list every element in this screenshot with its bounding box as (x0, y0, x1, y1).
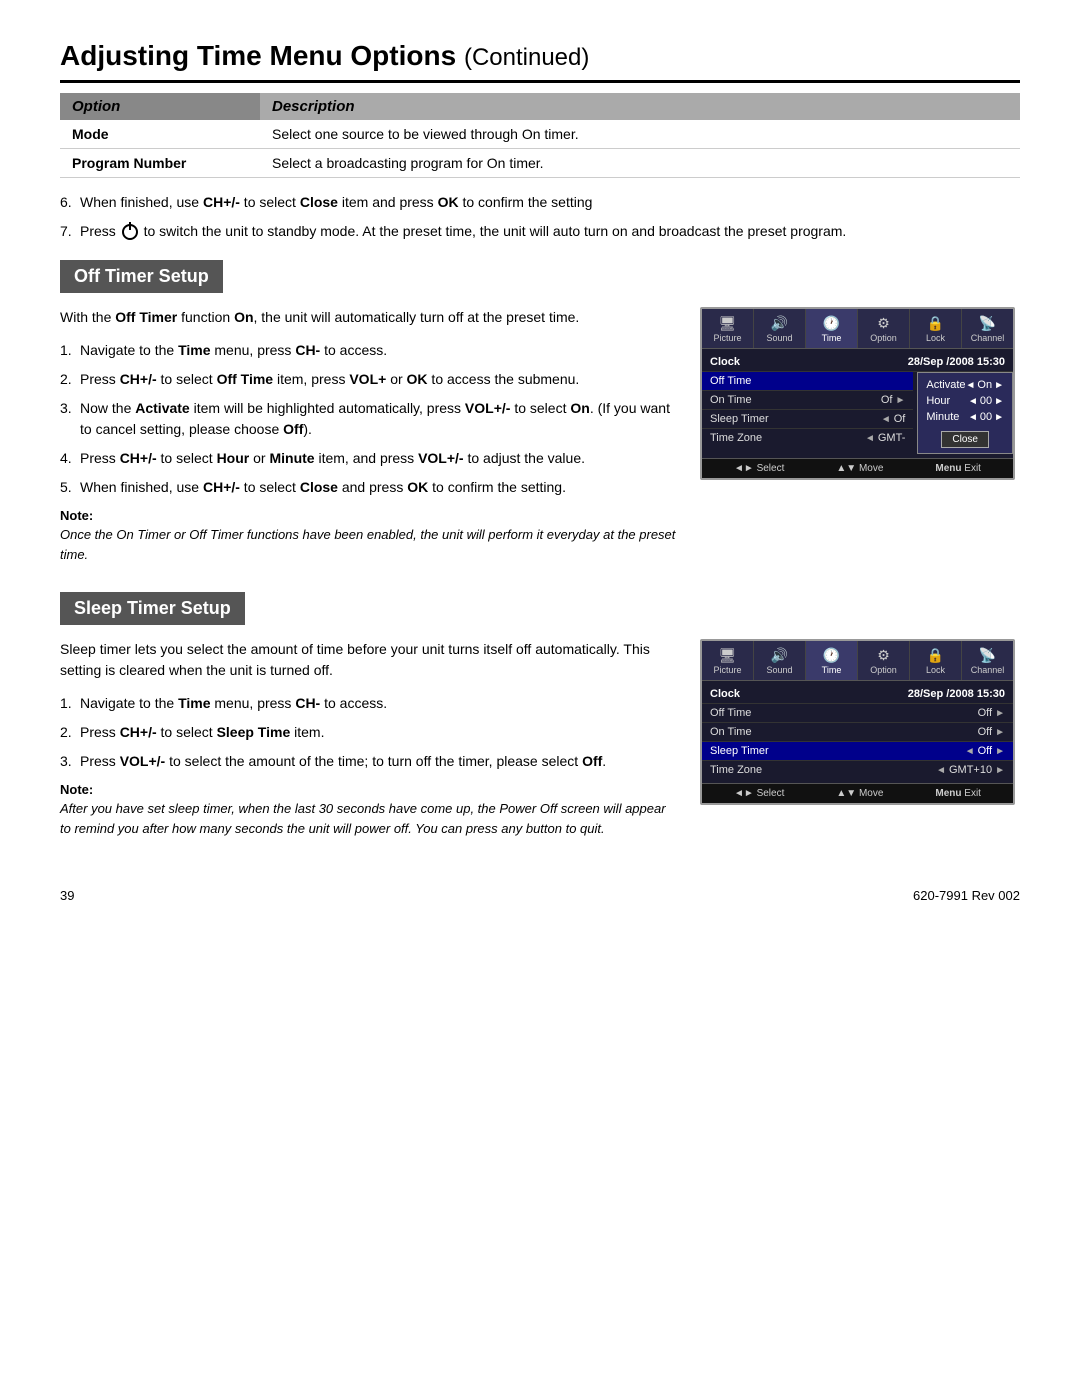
sleep-timer-step-item: 3. Press VOL+/- to select the amount of … (60, 751, 676, 772)
option-description-table: Option Description ModeSelect one source… (60, 93, 1020, 178)
tv-icon-picture: 🖥Picture (702, 309, 754, 348)
tv-menu-row: Off Time Off ► (702, 704, 1013, 723)
sleep-timer-text-col: Sleep timer lets you select the amount o… (60, 639, 676, 848)
sleep-timer-tv-menu: 🖥Picture🔊Sound🕐Time⚙Option🔒Lock📡Channel C… (700, 639, 1015, 805)
intro-step-item: 6. When finished, use CH+/- to select Cl… (60, 192, 1020, 213)
tv-icon-channel: 📡Channel (962, 641, 1013, 680)
tv-icon-time: 🕐Time (806, 309, 858, 348)
doc-ref: 620-7991 Rev 002 (913, 888, 1020, 903)
tv-menu-row: Time Zone◄ GMT+10 ► (702, 761, 1013, 779)
tv-menu-footer: ◄► Select▲▼ MoveMenu Exit (702, 783, 1013, 803)
off-timer-step-item: 3. Now the Activate item will be highlig… (60, 398, 676, 440)
off-timer-step-item: 1. Navigate to the Time menu, press CH- … (60, 340, 676, 361)
off-timer-note: Note: Once the On Timer or Off Timer fun… (60, 508, 676, 564)
tv-menu-icons-row: 🖥Picture🔊Sound🕐Time⚙Option🔒Lock📡Channel (702, 641, 1013, 681)
tv-clock-row: Clock28/Sep /2008 15:30 (702, 685, 1013, 704)
tv-menu-row: On Time Off ► (702, 723, 1013, 742)
intro-steps: 6. When finished, use CH+/- to select Cl… (60, 192, 1020, 242)
option-table-row: ModeSelect one source to be viewed throu… (60, 120, 1020, 149)
off-timer-step-item: 5. When finished, use CH+/- to select Cl… (60, 477, 676, 498)
sleep-timer-header: Sleep Timer Setup (60, 592, 245, 625)
tv-submenu-panel: Activate◄On►Hour◄00►Minute◄00►Close (917, 372, 1013, 454)
tv-icon-time: 🕐Time (806, 641, 858, 680)
tv-menu-row: Sleep Timer◄Of (702, 410, 913, 429)
col-description-header: Description (260, 93, 1020, 120)
page-number: 39 (60, 888, 74, 903)
intro-step-item: 7. Press to switch the unit to standby m… (60, 221, 1020, 242)
off-timer-section: Off Timer Setup With the Off Timer funct… (60, 260, 1020, 574)
sleep-timer-note: Note: After you have set sleep timer, wh… (60, 782, 676, 838)
page-footer: 39 620-7991 Rev 002 (60, 888, 1020, 903)
tv-menu-footer: ◄► Select▲▼ MoveMenu Exit (702, 458, 1013, 478)
sleep-timer-step-item: 2. Press CH+/- to select Sleep Time item… (60, 722, 676, 743)
tv-icon-picture: 🖥Picture (702, 641, 754, 680)
off-timer-text-col: With the Off Timer function On, the unit… (60, 307, 676, 574)
tv-menu-row: Time Zone◄GMT- (702, 429, 913, 447)
off-timer-step-item: 4. Press CH+/- to select Hour or Minute … (60, 448, 676, 469)
tv-icon-option: ⚙Option (858, 309, 910, 348)
tv-icon-option: ⚙Option (858, 641, 910, 680)
option-table-row: Program NumberSelect a broadcasting prog… (60, 149, 1020, 178)
off-timer-intro: With the Off Timer function On, the unit… (60, 307, 676, 328)
tv-icon-channel: 📡Channel (962, 309, 1013, 348)
off-timer-header: Off Timer Setup (60, 260, 223, 293)
off-timer-tv-menu: 🖥Picture🔊Sound🕐Time⚙Option🔒Lock📡Channel C… (700, 307, 1015, 480)
off-timer-step-item: 2. Press CH+/- to select Off Time item, … (60, 369, 676, 390)
sleep-timer-menu-col: 🖥Picture🔊Sound🕐Time⚙Option🔒Lock📡Channel C… (700, 639, 1020, 848)
off-timer-menu-col: 🖥Picture🔊Sound🕐Time⚙Option🔒Lock📡Channel C… (700, 307, 1020, 574)
tv-icon-sound: 🔊Sound (754, 641, 806, 680)
sleep-timer-section: Sleep Timer Setup Sleep timer lets you s… (60, 592, 1020, 848)
tv-icon-sound: 🔊Sound (754, 309, 806, 348)
sleep-timer-intro: Sleep timer lets you select the amount o… (60, 639, 676, 681)
tv-menu-row: On TimeOf► (702, 391, 913, 410)
tv-icon-lock: 🔒Lock (910, 641, 962, 680)
tv-menu-row: Sleep Timer◄ Off ► (702, 742, 1013, 761)
tv-menu-icons-row: 🖥Picture🔊Sound🕐Time⚙Option🔒Lock📡Channel (702, 309, 1013, 349)
tv-menu-row: Off Time (702, 372, 913, 391)
sleep-timer-step-item: 1. Navigate to the Time menu, press CH- … (60, 693, 676, 714)
tv-icon-lock: 🔒Lock (910, 309, 962, 348)
tv-clock-row: Clock28/Sep /2008 15:30 (702, 353, 1013, 372)
col-option-header: Option (60, 93, 260, 120)
page-title: Adjusting Time Menu Options (Continued) (60, 40, 1020, 83)
